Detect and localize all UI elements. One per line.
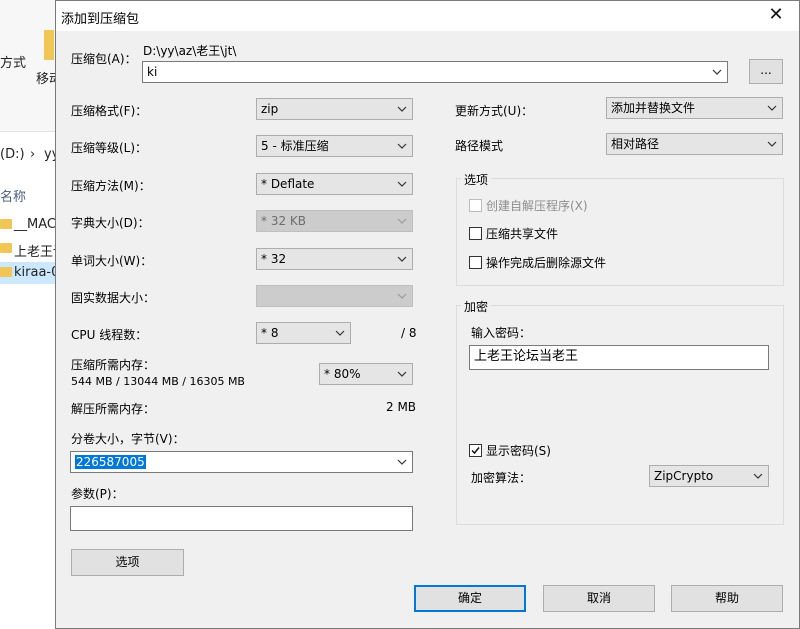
delete-after-checkbox[interactable] bbox=[469, 256, 482, 269]
chevron-down-icon bbox=[396, 249, 408, 269]
word-size-label: 单词大小(W)： bbox=[71, 254, 153, 268]
help-button[interactable]: 帮助 bbox=[671, 585, 783, 612]
show-password-checkbox[interactable] bbox=[469, 444, 482, 457]
archive-name-value: ki bbox=[147, 65, 158, 79]
checkmark-icon bbox=[471, 447, 480, 455]
level-value: 5 - 标准压缩 bbox=[261, 139, 329, 153]
options-button[interactable]: 选项 bbox=[71, 549, 184, 576]
options-group-title: 选项 bbox=[461, 171, 492, 188]
params-label: 参数(P)： bbox=[71, 487, 124, 501]
path-mode-select[interactable]: 相对路径 bbox=[606, 133, 783, 155]
archive-path: D:\yy\az\老王\jt\ bbox=[143, 44, 237, 58]
ok-button[interactable]: 确定 bbox=[414, 585, 526, 612]
chevron-down-icon bbox=[396, 136, 408, 156]
close-button[interactable]: ✕ bbox=[753, 1, 799, 31]
word-size-value: * 32 bbox=[261, 252, 287, 266]
chevron-down-icon bbox=[766, 98, 778, 118]
method-value: * Deflate bbox=[261, 177, 315, 191]
folder-icon bbox=[0, 267, 12, 277]
method-select[interactable]: * Deflate bbox=[256, 173, 413, 195]
solid-size-label: 固实数据大小： bbox=[71, 291, 156, 305]
update-mode-select[interactable]: 添加并替换文件 bbox=[606, 97, 783, 119]
split-size-value: 226587005 bbox=[75, 455, 146, 469]
method-label: 压缩方法(M)： bbox=[71, 179, 151, 193]
chevron-down-icon bbox=[396, 364, 408, 384]
chevron-down-icon[interactable] bbox=[711, 62, 723, 82]
chevron-down-icon bbox=[396, 174, 408, 194]
folder-icon bbox=[0, 219, 12, 229]
cpu-threads-select[interactable]: * 8 bbox=[256, 322, 351, 344]
dict-size-select: * 32 KB bbox=[256, 210, 413, 232]
split-size-label: 分卷大小，字节(V)： bbox=[71, 432, 185, 446]
format-value: zip bbox=[261, 102, 279, 116]
archive-label: 压缩包(A)： bbox=[71, 52, 137, 66]
file-list-item[interactable]: kiraa-0 bbox=[14, 265, 59, 280]
word-size-select[interactable]: * 32 bbox=[256, 248, 413, 270]
memory-detail: 544 MB / 13044 MB / 16305 MB bbox=[71, 375, 245, 388]
browse-button[interactable]: ... bbox=[749, 59, 783, 84]
title-bar[interactable]: 添加到压缩包 ✕ bbox=[56, 1, 799, 31]
memory-label: 压缩所需内存： bbox=[71, 358, 156, 372]
ribbon-fangshi-label: 方式 bbox=[0, 56, 27, 71]
chevron-down-icon bbox=[396, 286, 408, 306]
compress-shared-checkbox[interactable] bbox=[469, 227, 482, 240]
chevron-down-icon bbox=[752, 466, 764, 486]
archive-name-combo[interactable]: ki bbox=[142, 61, 728, 83]
level-select[interactable]: 5 - 标准压缩 bbox=[256, 135, 413, 157]
password-label: 输入密码： bbox=[471, 326, 532, 340]
show-password-label: 显示密码(S) bbox=[486, 444, 551, 458]
memory-value: * 80% bbox=[324, 367, 361, 381]
delete-after-option[interactable]: 操作完成后删除源文件 bbox=[469, 254, 606, 271]
chevron-down-icon bbox=[396, 211, 408, 231]
create-sfx-option: 创建自解压程序(X) bbox=[469, 197, 588, 214]
chevron-down-icon[interactable] bbox=[396, 452, 408, 472]
show-password-option[interactable]: 显示密码(S) bbox=[469, 442, 551, 459]
folder-icon bbox=[0, 243, 12, 253]
chevron-down-icon bbox=[334, 323, 346, 343]
encryption-method-select[interactable]: ZipCrypto bbox=[649, 465, 769, 487]
update-mode-label: 更新方式(U)： bbox=[455, 104, 534, 118]
file-list-item[interactable]: __MAC bbox=[14, 217, 56, 232]
format-select[interactable]: zip bbox=[256, 98, 413, 120]
format-label: 压缩格式(F)： bbox=[71, 104, 148, 118]
cpu-threads-max: / 8 bbox=[401, 326, 417, 340]
level-label: 压缩等级(L)： bbox=[71, 141, 148, 155]
cancel-button[interactable]: 取消 bbox=[543, 585, 655, 612]
create-sfx-checkbox bbox=[469, 199, 482, 212]
add-to-archive-dialog: 添加到压缩包 ✕ 压缩包(A)： D:\yy\az\老王\jt\ ki ... … bbox=[55, 0, 800, 629]
delete-after-label: 操作完成后删除源文件 bbox=[486, 256, 607, 270]
chevron-down-icon bbox=[396, 99, 408, 119]
move-folder-icon bbox=[44, 30, 54, 60]
address-bar[interactable]: (D:) bbox=[0, 147, 25, 162]
chevron-down-icon bbox=[766, 134, 778, 154]
dict-size-label: 字典大小(D)： bbox=[71, 216, 150, 230]
solid-size-select bbox=[256, 285, 413, 307]
compress-shared-label: 压缩共享文件 bbox=[486, 227, 559, 241]
encryption-group-title: 加密 bbox=[461, 298, 492, 315]
column-name-header[interactable]: 名称 bbox=[0, 186, 26, 205]
cpu-threads-value: * 8 bbox=[261, 326, 279, 340]
encryption-method-label: 加密算法： bbox=[471, 471, 532, 485]
path-mode-label: 路径模式 bbox=[455, 139, 504, 153]
create-sfx-label: 创建自解压程序(X) bbox=[486, 199, 588, 213]
cpu-threads-label: CPU 线程数： bbox=[71, 328, 148, 342]
decompress-memory-value: 2 MB bbox=[386, 400, 417, 414]
dialog-title: 添加到压缩包 bbox=[61, 12, 140, 27]
memory-select[interactable]: * 80% bbox=[319, 363, 413, 385]
decompress-memory-label: 解压所需内存： bbox=[71, 402, 156, 416]
params-input[interactable] bbox=[70, 506, 413, 531]
path-mode-value: 相对路径 bbox=[611, 137, 660, 151]
update-mode-value: 添加并替换文件 bbox=[611, 101, 696, 115]
password-input[interactable]: 上老王论坛当老王 bbox=[469, 345, 769, 370]
split-size-combo[interactable]: 226587005 bbox=[70, 451, 413, 473]
encryption-method-value: ZipCrypto bbox=[654, 469, 714, 483]
dict-size-value: * 32 KB bbox=[261, 214, 306, 228]
compress-shared-option[interactable]: 压缩共享文件 bbox=[469, 225, 558, 242]
address-chevron-icon: › bbox=[30, 147, 36, 162]
